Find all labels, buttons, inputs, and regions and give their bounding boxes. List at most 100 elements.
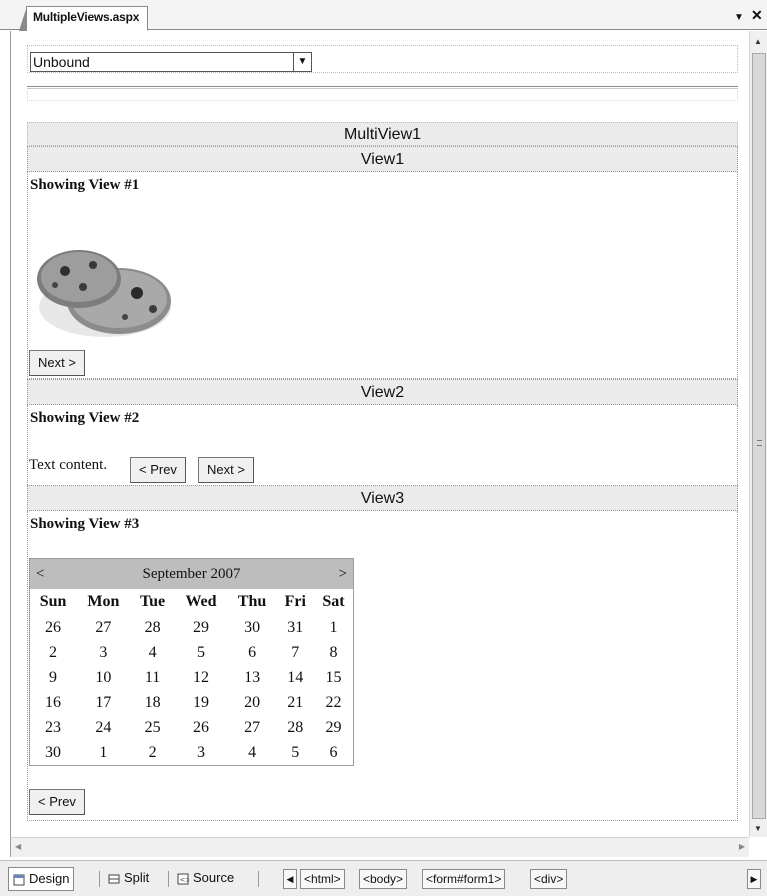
design-label: Design bbox=[29, 871, 70, 886]
source-label: Source bbox=[193, 870, 235, 885]
calendar-day[interactable]: 17 bbox=[76, 690, 131, 715]
calendar-week-row: 30 1 2 3 4 5 6 bbox=[30, 740, 353, 765]
calendar-day[interactable]: 8 bbox=[314, 640, 353, 665]
source-icon: <> bbox=[177, 873, 189, 885]
breadcrumb-html[interactable]: <html> bbox=[300, 869, 345, 889]
scroll-down-icon[interactable]: ▼ bbox=[754, 824, 762, 833]
view3-heading: Showing View #3 bbox=[30, 516, 140, 532]
calendar-day[interactable]: 30 bbox=[30, 740, 76, 765]
calendar-day[interactable]: 4 bbox=[228, 740, 277, 765]
calendar-day[interactable]: 30 bbox=[228, 615, 277, 640]
split-label: Split bbox=[124, 870, 150, 885]
calendar-day[interactable]: 24 bbox=[76, 715, 131, 740]
calendar-day[interactable]: 12 bbox=[174, 665, 227, 690]
calendar-day[interactable]: 5 bbox=[277, 740, 314, 765]
view3-prev-button[interactable]: < Prev bbox=[29, 789, 85, 815]
document-tab-title: MultipleViews.aspx bbox=[33, 10, 140, 24]
calendar-month: September 2007 bbox=[142, 566, 241, 582]
split-view-button[interactable]: Split bbox=[104, 867, 153, 891]
dropdown-arrow-icon[interactable]: ▼ bbox=[293, 53, 311, 71]
design-view-button[interactable]: Design bbox=[8, 867, 75, 891]
calendar-day[interactable]: 22 bbox=[314, 690, 353, 715]
calendar-title-bar: September 2007 < > bbox=[30, 559, 353, 589]
calendar-day[interactable]: 5 bbox=[174, 640, 227, 665]
view2-next-button[interactable]: Next > bbox=[198, 457, 254, 483]
grip-icon bbox=[757, 440, 762, 446]
scroll-up-icon[interactable]: ▲ bbox=[754, 37, 762, 46]
calendar-day[interactable]: 26 bbox=[30, 615, 76, 640]
calendar-week-row: 16 17 18 19 20 21 22 bbox=[30, 690, 353, 715]
calendar-day[interactable]: 1 bbox=[76, 740, 131, 765]
breadcrumb-div[interactable]: <div> bbox=[530, 869, 568, 889]
view-switcher-bar: Design Split <> Source ◀ <html> <body> <f… bbox=[0, 860, 767, 896]
calendar-day[interactable]: 7 bbox=[277, 640, 314, 665]
calendar-day[interactable]: 2 bbox=[30, 640, 76, 665]
separator bbox=[168, 871, 169, 887]
calendar-day[interactable]: 9 bbox=[30, 665, 76, 690]
breadcrumb-forward-icon[interactable]: ▶ bbox=[747, 869, 761, 889]
vertical-scrollbar[interactable]: ▲ ▼ bbox=[749, 31, 767, 837]
split-icon bbox=[108, 874, 120, 884]
calendar-day[interactable]: 29 bbox=[314, 715, 353, 740]
calendar-day[interactable]: 2 bbox=[131, 740, 175, 765]
calendar-day[interactable]: 6 bbox=[228, 640, 277, 665]
cookies-image bbox=[37, 250, 171, 337]
calendar-week-row: 23 24 25 26 27 28 29 bbox=[30, 715, 353, 740]
calendar-day[interactable]: 16 bbox=[30, 690, 76, 715]
calendar-day[interactable]: 1 bbox=[314, 615, 353, 640]
document-tab[interactable]: MultipleViews.aspx bbox=[18, 6, 149, 31]
close-icon[interactable]: ✕ bbox=[751, 6, 763, 24]
horizontal-scrollbar[interactable]: ◀ ▶ bbox=[10, 837, 749, 857]
calendar-day[interactable]: 3 bbox=[76, 640, 131, 665]
breadcrumb-body[interactable]: <body> bbox=[359, 869, 408, 889]
view1-heading: Showing View #1 bbox=[30, 177, 140, 193]
calendar-week-row: 9 10 11 12 13 14 15 bbox=[30, 665, 353, 690]
calendar-day[interactable]: 4 bbox=[131, 640, 175, 665]
separator bbox=[258, 871, 259, 887]
calendar-day[interactable]: 14 bbox=[277, 665, 314, 690]
day-name: Sun bbox=[39, 593, 67, 610]
design-surface: Unbound ▼ MultiView1 View1 Showing View … bbox=[10, 31, 748, 837]
empty-block bbox=[27, 91, 738, 101]
breadcrumb-form[interactable]: <form#form1> bbox=[422, 869, 506, 889]
calendar-day[interactable]: 10 bbox=[76, 665, 131, 690]
calendar-day[interactable]: 6 bbox=[314, 740, 353, 765]
calendar-day[interactable]: 28 bbox=[131, 615, 175, 640]
calendar-day[interactable]: 27 bbox=[76, 615, 131, 640]
form-container: Unbound ▼ bbox=[27, 45, 738, 73]
view2-prev-button[interactable]: < Prev bbox=[130, 457, 186, 483]
calendar-day[interactable]: 28 bbox=[277, 715, 314, 740]
calendar-day[interactable]: 3 bbox=[174, 740, 227, 765]
calendar-day[interactable]: 27 bbox=[228, 715, 277, 740]
scroll-right-icon[interactable]: ▶ bbox=[739, 842, 745, 851]
view1-next-button[interactable]: Next > bbox=[29, 350, 85, 376]
calendar-day[interactable]: 29 bbox=[174, 615, 227, 640]
chevron-down-icon[interactable]: ▼ bbox=[734, 9, 744, 27]
calendar-day[interactable]: 15 bbox=[314, 665, 353, 690]
calendar-day[interactable]: 20 bbox=[228, 690, 277, 715]
horizontal-rule bbox=[27, 86, 738, 89]
calendar-next-link[interactable]: > bbox=[339, 559, 347, 589]
calendar-prev-link[interactable]: < bbox=[36, 559, 44, 589]
calendar-day[interactable]: 26 bbox=[174, 715, 227, 740]
day-name: Tue bbox=[139, 593, 166, 610]
calendar-day[interactable]: 19 bbox=[174, 690, 227, 715]
separator bbox=[99, 871, 100, 887]
day-name: Thu bbox=[237, 593, 267, 610]
calendar-day[interactable]: 23 bbox=[30, 715, 76, 740]
view1-header: View1 bbox=[27, 146, 738, 172]
calendar-day[interactable]: 18 bbox=[131, 690, 175, 715]
calendar-day[interactable]: 13 bbox=[228, 665, 277, 690]
calendar-day[interactable]: 21 bbox=[277, 690, 314, 715]
calendar-day[interactable]: 11 bbox=[131, 665, 175, 690]
calendar-day-names: Sun Mon Tue Wed Thu Fri Sat bbox=[30, 589, 353, 615]
breadcrumb-back-icon[interactable]: ◀ bbox=[283, 869, 297, 889]
scroll-thumb[interactable] bbox=[752, 53, 766, 819]
source-view-button[interactable]: <> Source bbox=[173, 867, 238, 891]
multiview-header: MultiView1 bbox=[27, 122, 738, 146]
calendar-day[interactable]: 25 bbox=[131, 715, 175, 740]
unbound-dropdown[interactable]: Unbound ▼ bbox=[30, 52, 312, 72]
view2-body: Showing View #2 Text content. < Prev Nex… bbox=[27, 405, 738, 487]
scroll-left-icon[interactable]: ◀ bbox=[15, 842, 21, 851]
calendar-day[interactable]: 31 bbox=[277, 615, 314, 640]
